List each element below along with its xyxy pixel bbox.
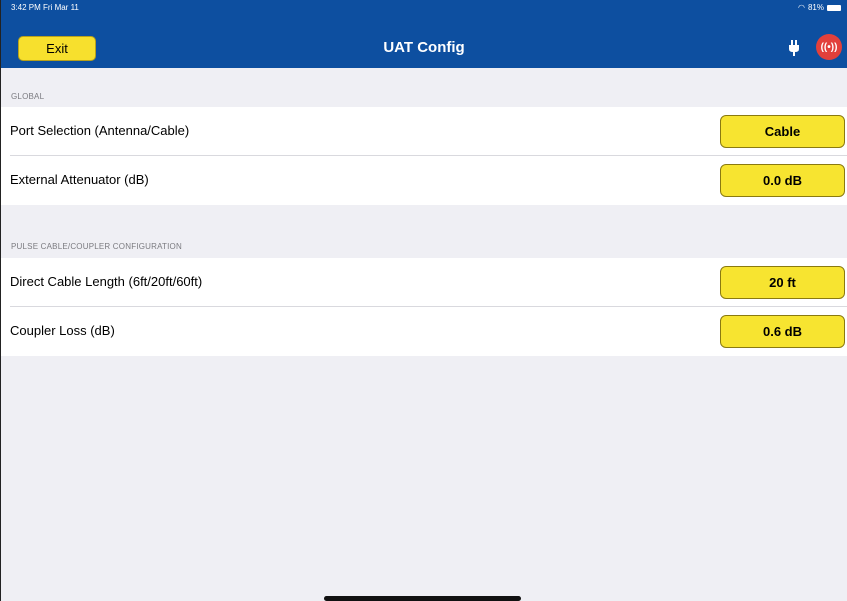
page-title: UAT Config <box>383 39 465 56</box>
row-label: External Attenuator (dB) <box>10 172 149 187</box>
status-time: 3:42 PM Fri Mar 11 <box>11 3 79 12</box>
plug-icon <box>787 40 801 56</box>
navigation-bar: 3:42 PM Fri Mar 11 ◠ 81% Exit UAT Config… <box>1 0 847 68</box>
external-attenuator-button[interactable]: 0.0 dB <box>720 164 845 197</box>
direct-cable-length-button[interactable]: 20 ft <box>720 266 845 299</box>
row-external-attenuator: External Attenuator (dB) 0.0 dB <box>1 156 847 205</box>
broadcast-icon[interactable]: ((•)) <box>816 34 842 60</box>
coupler-loss-button[interactable]: 0.6 dB <box>720 315 845 348</box>
row-label: Port Selection (Antenna/Cable) <box>10 123 190 138</box>
home-indicator[interactable] <box>324 596 521 601</box>
row-label: Coupler Loss (dB) <box>10 323 115 338</box>
section-header-global: GLOBAL <box>11 92 45 101</box>
section-header-pulse: PULSE CABLE/COUPLER CONFIGURATION <box>11 242 182 251</box>
port-selection-button[interactable]: Cable <box>720 115 845 148</box>
wifi-icon: ◠ <box>798 3 805 12</box>
battery-icon <box>827 4 841 11</box>
status-indicators: ◠ 81% <box>798 3 841 12</box>
row-coupler-loss: Coupler Loss (dB) 0.6 dB <box>1 307 847 356</box>
row-port-selection: Port Selection (Antenna/Cable) Cable <box>1 107 847 156</box>
row-direct-cable-length: Direct Cable Length (6ft/20ft/60ft) 20 f… <box>1 258 847 307</box>
battery-percent: 81% <box>807 3 824 12</box>
app-frame: 3:42 PM Fri Mar 11 ◠ 81% Exit UAT Config… <box>0 0 847 601</box>
row-label: Direct Cable Length (6ft/20ft/60ft) <box>10 274 203 289</box>
